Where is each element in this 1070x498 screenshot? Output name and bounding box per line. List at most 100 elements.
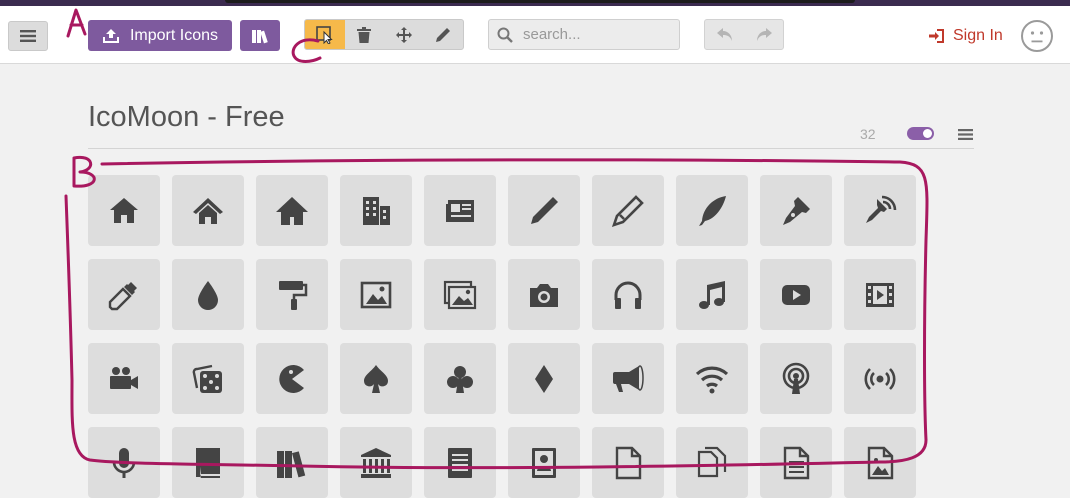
icon-tile[interactable] [172, 343, 244, 414]
icon-tile[interactable] [88, 343, 160, 414]
icon-tile[interactable] [676, 175, 748, 246]
set-options-button[interactable] [958, 127, 973, 145]
newspaper-icon [446, 199, 474, 222]
toggle-knob [923, 129, 932, 138]
eyedropper-icon [108, 281, 137, 310]
icon-tile[interactable] [760, 175, 832, 246]
play-icon [782, 284, 810, 305]
mic-icon [112, 447, 136, 478]
sign-in-link[interactable]: Sign In [929, 24, 1003, 48]
icon-tile[interactable] [88, 427, 160, 498]
select-cursor-icon [315, 25, 333, 44]
icon-tile[interactable] [340, 175, 412, 246]
icon-tile[interactable] [508, 259, 580, 330]
clubs-icon [447, 365, 473, 393]
diamonds-icon [535, 364, 553, 393]
select-tool-button[interactable] [305, 20, 345, 49]
file-picture-icon [867, 446, 894, 479]
icon-tile[interactable] [88, 175, 160, 246]
set-header-divider [88, 148, 974, 149]
icon-tile[interactable] [88, 259, 160, 330]
redo-button[interactable] [744, 20, 783, 49]
music-icon [699, 280, 725, 309]
books-icon [252, 29, 268, 43]
avatar[interactable] [1021, 20, 1053, 52]
undo-icon [716, 27, 732, 41]
set-visibility-toggle[interactable] [907, 127, 934, 140]
quill-icon [699, 195, 726, 226]
file-empty-icon [615, 446, 642, 479]
icon-tile[interactable] [844, 427, 916, 498]
film-icon [866, 282, 894, 307]
icon-tile[interactable] [256, 343, 328, 414]
icon-tile[interactable] [424, 259, 496, 330]
icon-tile[interactable] [340, 427, 412, 498]
neutral-face-icon [1030, 31, 1044, 43]
feed-icon [864, 367, 896, 390]
icon-tile[interactable] [508, 175, 580, 246]
upload-icon [102, 28, 119, 43]
icon-tile[interactable] [592, 427, 664, 498]
move-icon [395, 26, 412, 43]
icon-tile[interactable] [844, 259, 916, 330]
files-empty-icon [697, 446, 727, 477]
books-icon [277, 450, 306, 478]
icon-tile[interactable] [676, 259, 748, 330]
image-icon [360, 281, 392, 308]
import-icons-label: Import Icons [129, 26, 219, 44]
icon-tile[interactable] [676, 343, 748, 414]
icon-tile[interactable] [760, 259, 832, 330]
icon-tile[interactable] [256, 259, 328, 330]
images-icon [443, 280, 477, 309]
trash-icon [357, 26, 372, 43]
icon-tile[interactable] [844, 343, 916, 414]
search-box[interactable] [488, 19, 680, 50]
pen-icon [783, 196, 810, 225]
droplet-icon [198, 280, 218, 310]
camera-icon [530, 283, 558, 307]
icon-tile[interactable] [508, 343, 580, 414]
redo-icon [756, 27, 772, 41]
icon-tile[interactable] [760, 427, 832, 498]
history-controls [704, 19, 784, 50]
icon-set-title: IcoMoon - Free [88, 101, 285, 133]
icon-tile[interactable] [172, 259, 244, 330]
pacman-icon [279, 364, 304, 393]
icon-tile[interactable] [424, 427, 496, 498]
icon-tile[interactable] [424, 175, 496, 246]
podcast-icon [782, 362, 810, 394]
icon-tile[interactable] [340, 259, 412, 330]
search-icon [497, 27, 513, 43]
icon-tile[interactable] [424, 343, 496, 414]
paint-format-icon [279, 280, 308, 310]
connection-icon [695, 366, 729, 393]
icon-tile[interactable] [760, 343, 832, 414]
import-icons-button[interactable]: Import Icons [88, 20, 232, 51]
icon-tile[interactable] [256, 175, 328, 246]
undo-button[interactable] [705, 20, 744, 49]
icon-tile[interactable] [592, 343, 664, 414]
icon-tile[interactable] [844, 175, 916, 246]
icon-tile[interactable] [592, 259, 664, 330]
icon-tile[interactable] [172, 175, 244, 246]
icon-tile[interactable] [256, 427, 328, 498]
icon-tile[interactable] [340, 343, 412, 414]
icon-tile[interactable] [676, 427, 748, 498]
icon-tile[interactable] [592, 175, 664, 246]
icon-library-button[interactable] [240, 20, 280, 51]
main-menu-button[interactable] [8, 21, 48, 51]
icon-tile[interactable] [172, 427, 244, 498]
icon-tile[interactable] [508, 427, 580, 498]
home-icon [110, 197, 138, 223]
pencil-icon [531, 196, 558, 224]
office-icon [363, 196, 390, 225]
delete-tool-button[interactable] [345, 20, 385, 49]
search-input[interactable] [521, 25, 675, 44]
sign-in-label: Sign In [953, 27, 1003, 44]
move-tool-button[interactable] [384, 20, 424, 49]
home3-icon [276, 196, 308, 225]
icon-count: 32 [860, 126, 876, 142]
selection-tools [304, 19, 464, 50]
pencil-edit-icon [436, 27, 451, 42]
edit-tool-button[interactable] [424, 20, 464, 49]
